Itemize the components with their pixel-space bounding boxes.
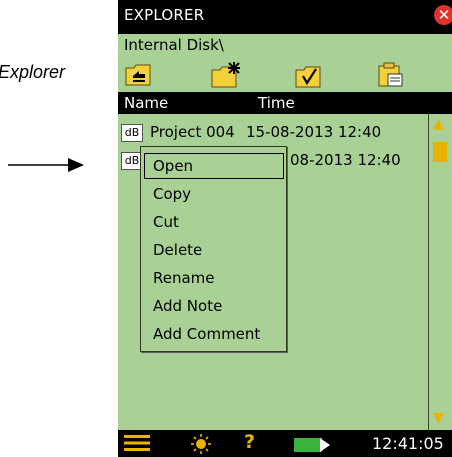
device-screen: EXPLORER ✕ Internal Disk\ Name Time dB P…	[118, 0, 452, 457]
menu-item-label: Add Note	[153, 297, 223, 315]
window-title: EXPLORER	[124, 6, 205, 24]
scroll-down-icon[interactable]: ▼	[433, 410, 444, 426]
scroll-up-icon[interactable]: ▲	[433, 116, 444, 132]
menu-item-label: Copy	[153, 185, 192, 203]
menu-button[interactable]	[124, 434, 150, 456]
backlight-icon	[191, 434, 211, 454]
folder-up-icon	[125, 64, 151, 86]
battery-icon	[294, 438, 330, 452]
menu-item-delete[interactable]: Delete	[141, 237, 286, 263]
menu-item-label: Cut	[153, 213, 179, 231]
status-clock: 12:41:05	[372, 434, 444, 453]
menu-item-add-note[interactable]: Add Note	[141, 293, 286, 319]
current-path: Internal Disk\	[124, 36, 224, 54]
title-bar: EXPLORER ✕	[118, 0, 452, 26]
scrollbar[interactable]: ▲ ▼	[428, 114, 452, 430]
file-row[interactable]: dB Project 004 15-08-2013 12:40	[118, 120, 428, 146]
help-button[interactable]: ?	[244, 431, 255, 453]
toolbar	[118, 58, 452, 92]
column-name[interactable]: Name	[124, 94, 168, 112]
menu-item-label: Rename	[153, 269, 215, 287]
column-time[interactable]: Time	[258, 94, 295, 112]
menu-item-add-comment[interactable]: Add Comment	[141, 321, 286, 347]
help-icon: ?	[244, 431, 256, 453]
menu-item-label: Add Comment	[153, 325, 261, 343]
new-folder-button[interactable]	[210, 61, 244, 93]
annotation-arrow	[8, 158, 84, 172]
file-time: 08-2013 12:40	[290, 151, 401, 169]
explorer-annotation: Explorer	[0, 62, 66, 82]
backlight-button[interactable]	[190, 434, 212, 457]
scroll-thumb[interactable]	[433, 142, 447, 162]
path-bar: Internal Disk\	[118, 34, 452, 58]
select-folder-icon	[295, 66, 321, 88]
menu-item-open[interactable]: Open	[144, 153, 284, 179]
battery-indicator	[294, 437, 332, 456]
menu-item-rename[interactable]: Rename	[141, 265, 286, 291]
menu-icon	[124, 435, 150, 451]
menu-item-copy[interactable]: Copy	[141, 181, 286, 207]
db-file-icon: dB	[121, 124, 143, 142]
paste-icon	[378, 62, 403, 87]
column-header: Name Time	[118, 92, 452, 114]
menu-item-label: Open	[153, 157, 194, 175]
status-bar: ? 12:41:05	[118, 430, 452, 457]
file-time: 15-08-2013 12:40	[246, 123, 382, 141]
context-menu: Open Copy Cut Delete Rename Add Note Add…	[140, 146, 287, 352]
close-icon: ✕	[437, 6, 451, 24]
menu-item-cut[interactable]: Cut	[141, 209, 286, 235]
file-name: Project 004	[150, 123, 235, 141]
paste-button[interactable]	[376, 61, 406, 93]
new-folder-icon	[211, 62, 240, 88]
close-button[interactable]: ✕	[434, 5, 452, 25]
menu-item-label: Delete	[153, 241, 203, 259]
folder-up-button[interactable]	[124, 61, 154, 91]
select-folder-button[interactable]	[294, 61, 324, 93]
